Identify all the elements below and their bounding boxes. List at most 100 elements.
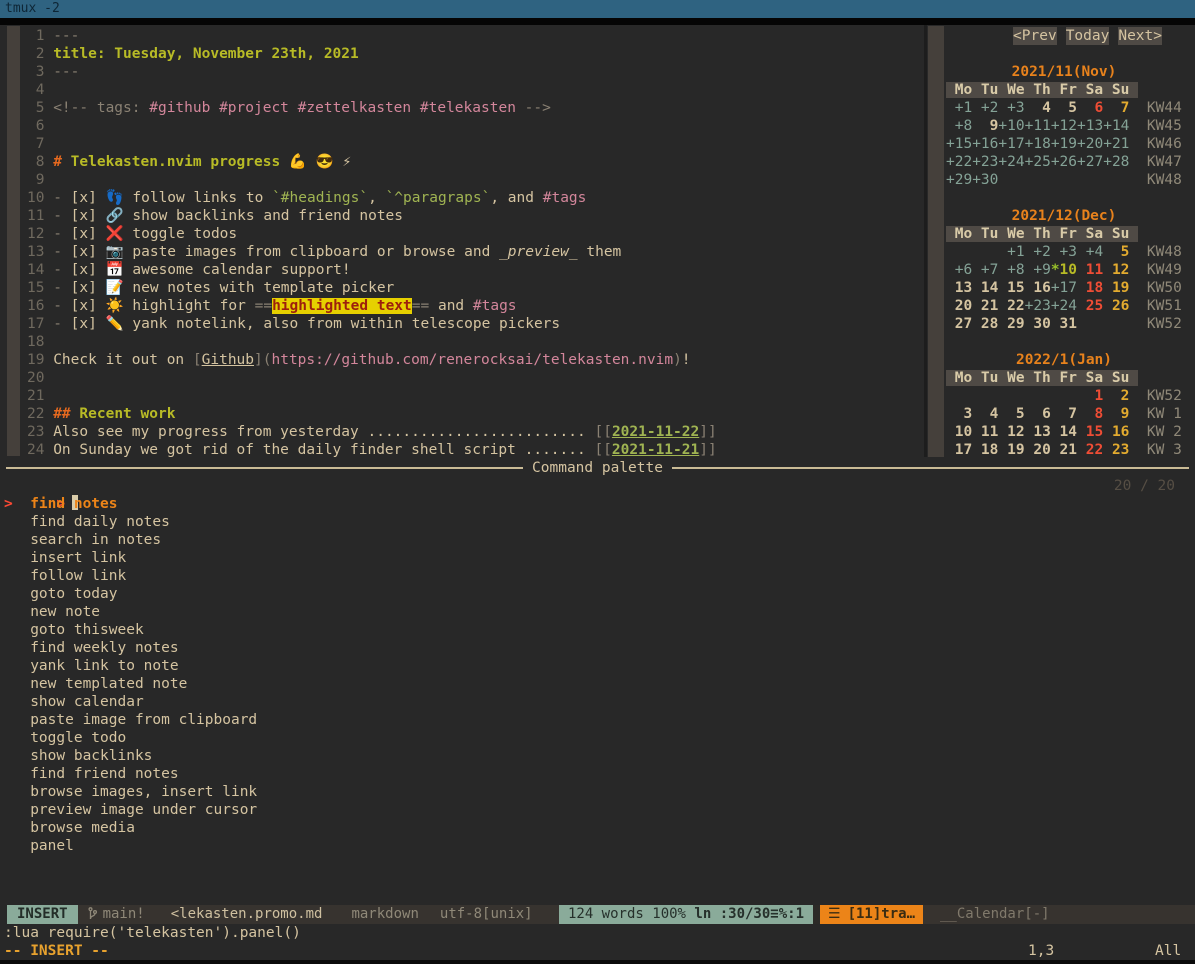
editor-line[interactable]: 22 ## Recent work (27, 405, 717, 423)
calendar-day[interactable]: +23 (972, 154, 998, 170)
palette-item[interactable]: find daily notes (4, 513, 257, 531)
editor-line[interactable]: 11 - [x] 🔗 show backlinks and friend not… (27, 207, 717, 225)
calendar-day[interactable]: 12 (1103, 262, 1129, 278)
palette-item[interactable]: follow link (4, 567, 257, 585)
calendar-day[interactable]: 18 (1077, 280, 1103, 296)
palette-item[interactable]: new templated note (4, 675, 257, 693)
calendar-day[interactable]: +16 (972, 136, 998, 152)
editor-line[interactable]: 6 (27, 117, 717, 135)
palette-item[interactable]: yank link to note (4, 657, 257, 675)
calendar-day-today[interactable]: 10 (1060, 262, 1077, 278)
editor-line[interactable]: 24 On Sunday we got rid of the daily fin… (27, 441, 717, 459)
calendar-day[interactable]: 23 (1103, 442, 1129, 458)
calendar-day[interactable]: 26 (1103, 298, 1129, 314)
editor-line[interactable]: 20 (27, 369, 717, 387)
calendar-day[interactable]: 4 (1025, 100, 1051, 116)
calendar-day[interactable]: +12 (1051, 118, 1077, 134)
calendar-day[interactable]: 11 (1077, 262, 1103, 278)
calendar-day[interactable]: 20 (1025, 442, 1051, 458)
calendar-day[interactable]: +18 (1025, 136, 1051, 152)
calendar-day[interactable]: 13 (1025, 424, 1051, 440)
calendar-day[interactable]: +19 (1051, 136, 1077, 152)
palette-prompt[interactable]: > (4, 477, 78, 495)
calendar-day[interactable]: +23 (1025, 298, 1051, 314)
palette-item[interactable]: find friend notes (4, 765, 257, 783)
editor-line[interactable]: 4 (27, 81, 717, 99)
palette-item[interactable]: show backlinks (4, 747, 257, 765)
calendar-nav-button[interactable]: <Prev (1013, 27, 1057, 45)
calendar-day[interactable]: +6 (946, 262, 972, 278)
calendar-day[interactable]: 7 (1103, 100, 1129, 116)
calendar-day[interactable]: 16 (1103, 424, 1129, 440)
editor-line[interactable]: 12 - [x] ❌ toggle todos (27, 225, 717, 243)
palette-item[interactable]: paste image from clipboard (4, 711, 257, 729)
calendar-day[interactable]: 21 (1051, 442, 1077, 458)
calendar-day[interactable]: 14 (972, 280, 998, 296)
palette-item[interactable]: find weekly notes (4, 639, 257, 657)
calendar-day[interactable]: +8 (946, 118, 972, 134)
calendar-day[interactable]: 22 (998, 298, 1024, 314)
calendar-day[interactable]: +21 (1103, 136, 1129, 152)
calendar-day[interactable]: 16 (1025, 280, 1051, 296)
editor-line[interactable]: 17 - [x] ✏️ yank notelink, also from wit… (27, 315, 717, 333)
calendar-day[interactable]: 6 (1025, 406, 1051, 422)
calendar-day[interactable]: 6 (1077, 100, 1103, 116)
editor-line[interactable]: 5 <!-- tags: #github #project #zettelkas… (27, 99, 717, 117)
calendar-day[interactable]: 9 (972, 118, 998, 134)
calendar-day[interactable]: +3 (998, 100, 1024, 116)
calendar-day[interactable]: +1 (998, 244, 1024, 260)
calendar-day[interactable]: 15 (1077, 424, 1103, 440)
calendar-day[interactable]: 3 (946, 406, 972, 422)
calendar-day[interactable]: 11 (972, 424, 998, 440)
calendar-day[interactable]: 18 (972, 442, 998, 458)
calendar-day[interactable]: 4 (972, 406, 998, 422)
calendar-day[interactable]: 25 (1077, 298, 1103, 314)
calendar-day[interactable]: 1 (1077, 388, 1103, 404)
calendar-day[interactable]: 15 (998, 280, 1024, 296)
editor-line[interactable]: 9 (27, 171, 717, 189)
palette-item[interactable]: preview image under cursor (4, 801, 257, 819)
calendar-day[interactable]: +28 (1103, 154, 1129, 170)
editor-line[interactable]: 18 (27, 333, 717, 351)
calendar-day[interactable]: 13 (946, 280, 972, 296)
palette-item[interactable]: show calendar (4, 693, 257, 711)
calendar-buffer-label[interactable]: __Calendar[-] (940, 906, 1050, 922)
calendar-day[interactable]: 10 (946, 424, 972, 440)
calendar-day[interactable]: +3 (1051, 244, 1077, 260)
calendar-day[interactable]: 12 (998, 424, 1024, 440)
calendar-day[interactable]: +30 (972, 172, 998, 188)
calendar-day[interactable]: 7 (1051, 406, 1077, 422)
editor-line[interactable]: 13 - [x] 📷 paste images from clipboard o… (27, 243, 717, 261)
calendar-day[interactable]: +29 (946, 172, 972, 188)
palette-item[interactable]: panel (4, 837, 257, 855)
palette-item-selected[interactable]: > find notes (4, 495, 257, 513)
editor-line[interactable]: 10 - [x] 👣 follow links to `#headings`, … (27, 189, 717, 207)
calendar-day[interactable]: 8 (1077, 406, 1103, 422)
editor-line[interactable]: 15 - [x] 📝 new notes with template picke… (27, 279, 717, 297)
calendar-day[interactable]: +24 (998, 154, 1024, 170)
editor-line[interactable]: 3 --- (27, 63, 717, 81)
calendar-day[interactable]: 19 (998, 442, 1024, 458)
buffer-tab-active[interactable]: ☰[11]tra… (820, 905, 923, 924)
editor-line[interactable]: 16 - [x] ☀️ highlight for ==highlighted … (27, 297, 717, 315)
editor-line[interactable]: 2 title: Tuesday, November 23th, 2021 (27, 45, 717, 63)
calendar-day[interactable]: +27 (1077, 154, 1103, 170)
calendar-day[interactable]: +14 (1103, 118, 1129, 134)
calendar-day[interactable]: +17 (998, 136, 1024, 152)
calendar-day[interactable]: +10 (998, 118, 1024, 134)
palette-item[interactable]: new note (4, 603, 257, 621)
calendar-day[interactable]: +4 (1077, 244, 1103, 260)
calendar-day[interactable]: 17 (946, 442, 972, 458)
calendar-day[interactable]: 22 (1077, 442, 1103, 458)
editor-line[interactable]: 14 - [x] 📅 awesome calendar support! (27, 261, 717, 279)
calendar-day[interactable]: 2 (1103, 388, 1129, 404)
calendar-day[interactable]: 20 (946, 298, 972, 314)
calendar-day[interactable]: 31 (1051, 316, 1077, 332)
calendar-day[interactable]: 5 (998, 406, 1024, 422)
window-titlebar[interactable]: tmux -2 (0, 0, 1195, 18)
calendar-day[interactable]: 30 (1025, 316, 1051, 332)
calendar-nav-button[interactable]: Next> (1118, 27, 1162, 45)
editor-line[interactable]: 19 Check it out on [Github](https://gith… (27, 351, 717, 369)
palette-item[interactable]: insert link (4, 549, 257, 567)
editor-line[interactable]: 21 (27, 387, 717, 405)
